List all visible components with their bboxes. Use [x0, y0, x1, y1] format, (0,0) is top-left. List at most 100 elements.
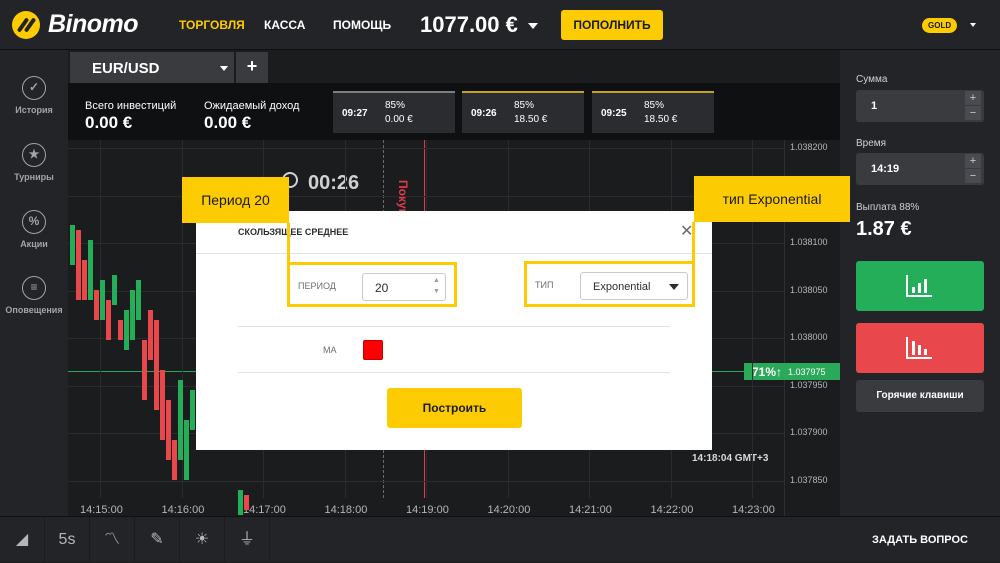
- candle: [70, 225, 75, 265]
- deal-time: 09:26: [471, 108, 497, 119]
- tab-asset-pair[interactable]: EUR/USD: [70, 52, 234, 83]
- nav-cashier[interactable]: КАССА: [264, 18, 305, 32]
- deal-amount: 18.50 €: [644, 114, 678, 125]
- deal-amount: 18.50 €: [514, 114, 548, 125]
- x-tick-label: 14:19:00: [406, 504, 449, 516]
- theme-icon[interactable]: ☀: [180, 517, 225, 563]
- server-time: 14:18:04 GMT+3: [692, 453, 769, 464]
- candle: [106, 300, 111, 340]
- candle: [244, 495, 249, 510]
- callout-period: Период 20: [182, 177, 289, 223]
- price-percent: 71%↑: [752, 365, 783, 379]
- deal-card[interactable]: 09:26 85% 18.50 €: [462, 91, 584, 133]
- time-input[interactable]: 14:19 + −: [856, 153, 984, 185]
- candle: [178, 380, 183, 460]
- candle: [112, 275, 117, 305]
- amount-input[interactable]: 1 + −: [856, 90, 984, 122]
- total-invest-value: 0.00 €: [85, 113, 133, 132]
- deal-percent: 85%: [385, 100, 406, 111]
- drawing-icon[interactable]: ✎: [135, 517, 180, 563]
- expected-income-value: 0.00 €: [204, 113, 252, 132]
- put-button[interactable]: [856, 323, 984, 373]
- chevron-down-icon: [528, 23, 538, 30]
- amount-value: 1: [871, 100, 878, 112]
- sidebar-item-promotions[interactable]: % Акции: [0, 210, 68, 249]
- deal-time: 09:27: [342, 108, 368, 119]
- sidebar-item-history[interactable]: ✓ История: [0, 76, 68, 115]
- ma-label: MA: [323, 345, 337, 355]
- expected-income-label: Ожидаемый доход: [204, 100, 300, 112]
- x-tick-label: 14:23:00: [732, 504, 775, 516]
- y-tick-label: 1.038000: [790, 332, 828, 342]
- top-bar: Binomo ТОРГОВЛЯ КАССА ПОМОЩЬ 1077.00 € П…: [0, 0, 1000, 50]
- candle: [238, 490, 243, 515]
- tournament-icon: ★: [22, 143, 46, 167]
- x-tick-label: 14:22:00: [650, 504, 694, 516]
- payout-value: 1.87 €: [856, 218, 912, 240]
- timeframe-button[interactable]: 5s: [45, 517, 90, 563]
- current-price-tag: 71%↑ 1.037975: [744, 363, 840, 380]
- amount-label: Сумма: [856, 74, 888, 85]
- deal-card[interactable]: 09:25 85% 18.50 €: [592, 91, 714, 133]
- deposit-button[interactable]: ПОПОЛНИТЬ: [561, 10, 663, 40]
- stats-bar: Всего инвестиций 0.00 € Ожидаемый доход …: [68, 83, 840, 140]
- ask-question-button[interactable]: ЗАДАТЬ ВОПРОС: [840, 517, 1000, 563]
- increase-time-button[interactable]: +: [965, 154, 981, 168]
- x-tick-label: 14:16:00: [161, 504, 205, 516]
- y-tick-label: 1.037950: [790, 379, 828, 390]
- indicators-icon[interactable]: 〽: [90, 517, 135, 563]
- candle: [160, 370, 165, 440]
- decrease-amount-button[interactable]: −: [965, 106, 981, 120]
- time-label: Время: [856, 138, 887, 149]
- nav-help[interactable]: ПОМОЩЬ: [333, 18, 391, 32]
- chevron-down-icon[interactable]: [970, 23, 976, 27]
- notifications-icon: ≡: [22, 276, 46, 300]
- candle: [124, 310, 129, 350]
- candle: [166, 400, 171, 460]
- candle: [130, 290, 135, 340]
- trend-down-icon: [906, 337, 932, 359]
- sidebar-item-label: Оповещения: [5, 305, 63, 315]
- add-asset-button[interactable]: +: [236, 52, 268, 83]
- time-value: 14:19: [871, 163, 900, 175]
- candle: [76, 230, 81, 300]
- countdown-timer: 00:26: [308, 172, 360, 194]
- sidebar-item-notifications[interactable]: ≡ Оповещения: [0, 276, 68, 315]
- candle: [190, 390, 195, 430]
- callout-highlight: [287, 262, 457, 307]
- x-tick-label: 14:17:00: [243, 504, 286, 516]
- call-button[interactable]: [856, 261, 984, 311]
- chart-type-icon[interactable]: ◢: [0, 517, 45, 563]
- callout-connector: [287, 223, 290, 265]
- y-tick-label: 1.038200: [790, 142, 828, 152]
- status-badge[interactable]: GOLD: [922, 18, 958, 33]
- hotkeys-button[interactable]: Горячие клавиши: [856, 380, 984, 412]
- deal-card[interactable]: 09:27 85% 0.00 €: [333, 91, 455, 133]
- brand-name[interactable]: Binomo: [48, 10, 139, 39]
- candle: [142, 340, 147, 400]
- total-invest-label: Всего инвестиций: [85, 100, 177, 112]
- binomo-logo-icon[interactable]: [12, 11, 40, 39]
- chevron-down-icon: [220, 66, 228, 71]
- candle: [118, 320, 123, 340]
- left-sidebar: ✓ История ★ Турниры % Акции ≡ Оповещения: [0, 50, 68, 554]
- sidebar-item-tournaments[interactable]: ★ Турниры: [0, 143, 68, 182]
- dialog-divider: [196, 253, 712, 254]
- nav-trading[interactable]: ТОРГОВЛЯ: [179, 18, 245, 32]
- price-value: 1.037975: [788, 367, 826, 377]
- y-tick-label: 1.038100: [790, 237, 828, 247]
- sidebar-item-label: История: [15, 105, 53, 115]
- x-tick-label: 14:21:00: [569, 504, 612, 516]
- connection-icon[interactable]: ⏚: [225, 517, 270, 563]
- callout-type: тип Exponential: [694, 176, 850, 222]
- x-tick-label: 14:15:00: [80, 504, 123, 516]
- balance-dropdown[interactable]: 1077.00 €: [420, 12, 538, 38]
- candle: [94, 290, 99, 320]
- candle: [184, 420, 189, 480]
- history-icon: ✓: [22, 76, 46, 100]
- ma-color-swatch[interactable]: [363, 340, 383, 360]
- increase-amount-button[interactable]: +: [965, 91, 981, 105]
- build-button[interactable]: Построить: [387, 388, 522, 428]
- dialog-divider: [238, 372, 670, 373]
- decrease-time-button[interactable]: −: [965, 169, 981, 183]
